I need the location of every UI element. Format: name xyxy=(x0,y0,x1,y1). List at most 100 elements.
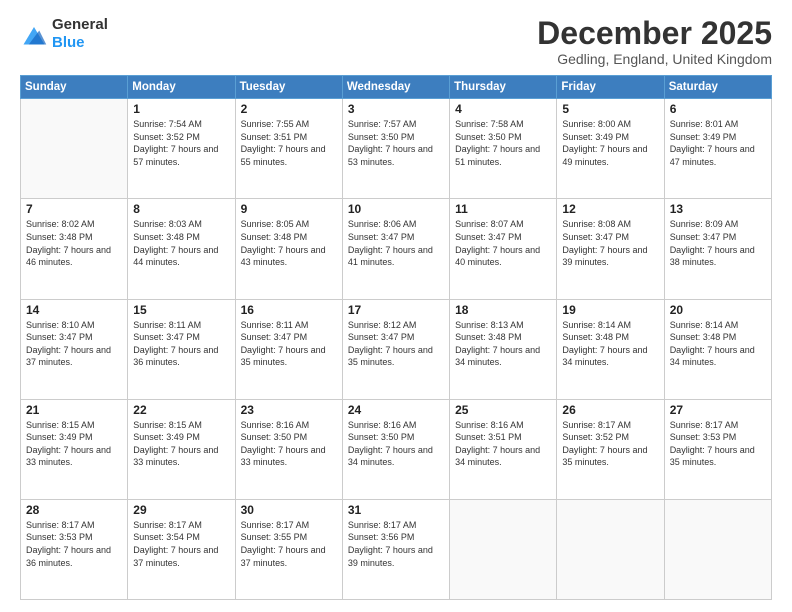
sunset-text: Sunset: 3:50 PM xyxy=(348,132,415,142)
day-info: Sunrise: 8:14 AM Sunset: 3:48 PM Daylight:… xyxy=(670,319,766,369)
calendar-cell xyxy=(664,499,771,599)
daylight-text: Daylight: 7 hours and 35 minutes. xyxy=(348,345,433,368)
sunrise-text: Sunrise: 8:17 AM xyxy=(241,520,310,530)
sunrise-text: Sunrise: 8:15 AM xyxy=(133,420,202,430)
calendar-cell: 21 Sunrise: 8:15 AMSunset: 3:49 PMDayligh… xyxy=(21,399,128,499)
header-thursday: Thursday xyxy=(450,76,557,99)
day-number: 30 xyxy=(241,503,337,517)
daylight-text: Daylight: 7 hours and 49 minutes. xyxy=(562,144,647,167)
day-number: 10 xyxy=(348,202,444,216)
calendar-week-1: 7Sunrise: 8:02 AMSunset: 3:48 PMDaylight… xyxy=(21,199,772,299)
sunrise-text: Sunrise: 8:12 AM xyxy=(348,320,417,330)
day-info: Sunrise: 8:15 AM Sunset: 3:49 PM Daylight:… xyxy=(133,419,229,469)
sunset-text: Sunset: 3:56 PM xyxy=(348,532,415,542)
sunrise-text: Sunrise: 8:14 AM xyxy=(670,320,739,330)
daylight-text: Daylight: 7 hours and 37 minutes. xyxy=(26,345,111,368)
page: General Blue December 2025 Gedling, Engl… xyxy=(0,0,792,612)
daylight-text: Daylight: 7 hours and 47 minutes. xyxy=(670,144,755,167)
day-number: 4 xyxy=(455,102,551,116)
calendar-table: Sunday Monday Tuesday Wednesday Thursday… xyxy=(20,75,772,600)
day-info: Sunrise: 7:54 AMSunset: 3:52 PMDaylight:… xyxy=(133,118,229,168)
month-title: December 2025 xyxy=(537,16,772,51)
calendar-cell: 27Sunrise: 8:17 AMSunset: 3:53 PMDayligh… xyxy=(664,399,771,499)
sunset-text: Sunset: 3:49 PM xyxy=(133,432,200,442)
calendar-cell: 5Sunrise: 8:00 AMSunset: 3:49 PMDaylight… xyxy=(557,99,664,199)
calendar-cell: 13Sunrise: 8:09 AMSunset: 3:47 PMDayligh… xyxy=(664,199,771,299)
sunset-text: Sunset: 3:47 PM xyxy=(455,232,522,242)
day-info: Sunrise: 8:00 AMSunset: 3:49 PMDaylight:… xyxy=(562,118,658,168)
daylight-text: Daylight: 7 hours and 33 minutes. xyxy=(133,445,218,468)
day-info: Sunrise: 8:16 AMSunset: 3:50 PMDaylight:… xyxy=(348,419,444,469)
day-number: 24 xyxy=(348,403,444,417)
sunset-text: Sunset: 3:48 PM xyxy=(670,332,737,342)
calendar-cell: 14 Sunrise: 8:10 AMSunset: 3:47 PMDayligh… xyxy=(21,299,128,399)
calendar-cell: 10Sunrise: 8:06 AMSunset: 3:47 PMDayligh… xyxy=(342,199,449,299)
sunset-text: Sunset: 3:50 PM xyxy=(455,132,522,142)
day-info: Sunrise: 8:02 AMSunset: 3:48 PMDaylight:… xyxy=(26,218,122,268)
day-number: 1 xyxy=(133,102,229,116)
sunrise-text: Sunrise: 8:11 AM xyxy=(133,320,201,330)
day-number: 13 xyxy=(670,202,766,216)
day-info: Sunrise: 8:12 AMSunset: 3:47 PMDaylight:… xyxy=(348,319,444,369)
daylight-text: Daylight: 7 hours and 53 minutes. xyxy=(348,144,433,167)
day-number: 19 xyxy=(562,303,658,317)
day-number: 21 xyxy=(26,403,122,417)
calendar-cell xyxy=(21,99,128,199)
sunset-text: Sunset: 3:51 PM xyxy=(455,432,522,442)
day-info: Sunrise: 8:15 AMSunset: 3:49 PMDaylight:… xyxy=(26,419,122,469)
daylight-text: Daylight: 7 hours and 34 minutes. xyxy=(670,345,755,368)
calendar-cell: 15Sunrise: 8:11 AMSunset: 3:47 PMDayligh… xyxy=(128,299,235,399)
sunset-text: Sunset: 3:48 PM xyxy=(133,232,200,242)
day-number: 31 xyxy=(348,503,444,517)
daylight-text: Daylight: 7 hours and 35 minutes. xyxy=(670,445,755,468)
logo-text: General Blue xyxy=(52,16,108,52)
sunset-text: Sunset: 3:48 PM xyxy=(562,332,629,342)
header-sunday: Sunday xyxy=(21,76,128,99)
weekday-header-row: Sunday Monday Tuesday Wednesday Thursday… xyxy=(21,76,772,99)
day-number: 26 xyxy=(562,403,658,417)
day-number: 14 xyxy=(26,303,122,317)
daylight-text: Daylight: 7 hours and 34 minutes. xyxy=(455,345,540,368)
logo-line2: Blue xyxy=(52,34,85,51)
sunrise-text: Sunrise: 8:14 AM xyxy=(562,320,631,330)
daylight-text: Daylight: 7 hours and 39 minutes. xyxy=(562,245,647,268)
sunset-text: Sunset: 3:55 PM xyxy=(241,532,308,542)
day-info: Sunrise: 8:11 AMSunset: 3:47 PMDaylight:… xyxy=(241,319,337,369)
calendar-cell: 2Sunrise: 7:55 AMSunset: 3:51 PMDaylight… xyxy=(235,99,342,199)
sunrise-text: Sunrise: 8:16 AM xyxy=(455,420,524,430)
sunrise-text: Sunrise: 7:54 AM xyxy=(133,119,202,129)
day-info: Sunrise: 8:13 AMSunset: 3:48 PMDaylight:… xyxy=(455,319,551,369)
sunrise-text: Sunrise: 7:58 AM xyxy=(455,119,524,129)
day-number: 9 xyxy=(241,202,337,216)
day-info: Sunrise: 8:10 AMSunset: 3:47 PMDaylight:… xyxy=(26,319,122,369)
calendar-cell: 23Sunrise: 8:16 AMSunset: 3:50 PMDayligh… xyxy=(235,399,342,499)
sunrise-text: Sunrise: 8:00 AM xyxy=(562,119,631,129)
header-tuesday: Tuesday xyxy=(235,76,342,99)
day-info: Sunrise: 8:17 AMSunset: 3:56 PMDaylight:… xyxy=(348,519,444,569)
sunset-text: Sunset: 3:53 PM xyxy=(26,532,93,542)
calendar-cell xyxy=(557,499,664,599)
sunset-text: Sunset: 3:50 PM xyxy=(348,432,415,442)
calendar-cell: 30 Sunrise: 8:17 AM Sunset: 3:55 PM Dayligh… xyxy=(235,499,342,599)
logo-line1: General xyxy=(52,16,108,34)
sunset-text: Sunset: 3:47 PM xyxy=(133,332,200,342)
day-info: Sunrise: 7:57 AMSunset: 3:50 PMDaylight:… xyxy=(348,118,444,168)
sunrise-text: Sunrise: 8:09 AM xyxy=(670,219,739,229)
daylight-text: Daylight: 7 hours and 36 minutes. xyxy=(26,545,111,568)
calendar-cell: 6Sunrise: 8:01 AMSunset: 3:49 PMDaylight… xyxy=(664,99,771,199)
subtitle: Gedling, England, United Kingdom xyxy=(537,51,772,67)
day-number: 29 xyxy=(133,503,229,517)
sunset-text: Sunset: 3:49 PM xyxy=(670,132,737,142)
daylight-text: Daylight: 7 hours and 35 minutes. xyxy=(562,445,647,468)
day-info: Sunrise: 8:17 AMSunset: 3:54 PMDaylight:… xyxy=(133,519,229,569)
day-number: 6 xyxy=(670,102,766,116)
daylight-text: Daylight: 7 hours and 35 minutes. xyxy=(241,345,326,368)
sunset-text: Sunset: 3:54 PM xyxy=(133,532,200,542)
daylight-text: Daylight: 7 hours and 39 minutes. xyxy=(348,545,433,568)
daylight-text: Daylight: 7 hours and 37 minutes. xyxy=(241,545,326,568)
daylight-text: Daylight: 7 hours and 40 minutes. xyxy=(455,245,540,268)
sunrise-text: Sunrise: 8:17 AM xyxy=(26,520,95,530)
sunset-text: Sunset: 3:47 PM xyxy=(348,232,415,242)
daylight-text: Daylight: 7 hours and 33 minutes. xyxy=(241,445,326,468)
calendar-cell: 9Sunrise: 8:05 AMSunset: 3:48 PMDaylight… xyxy=(235,199,342,299)
